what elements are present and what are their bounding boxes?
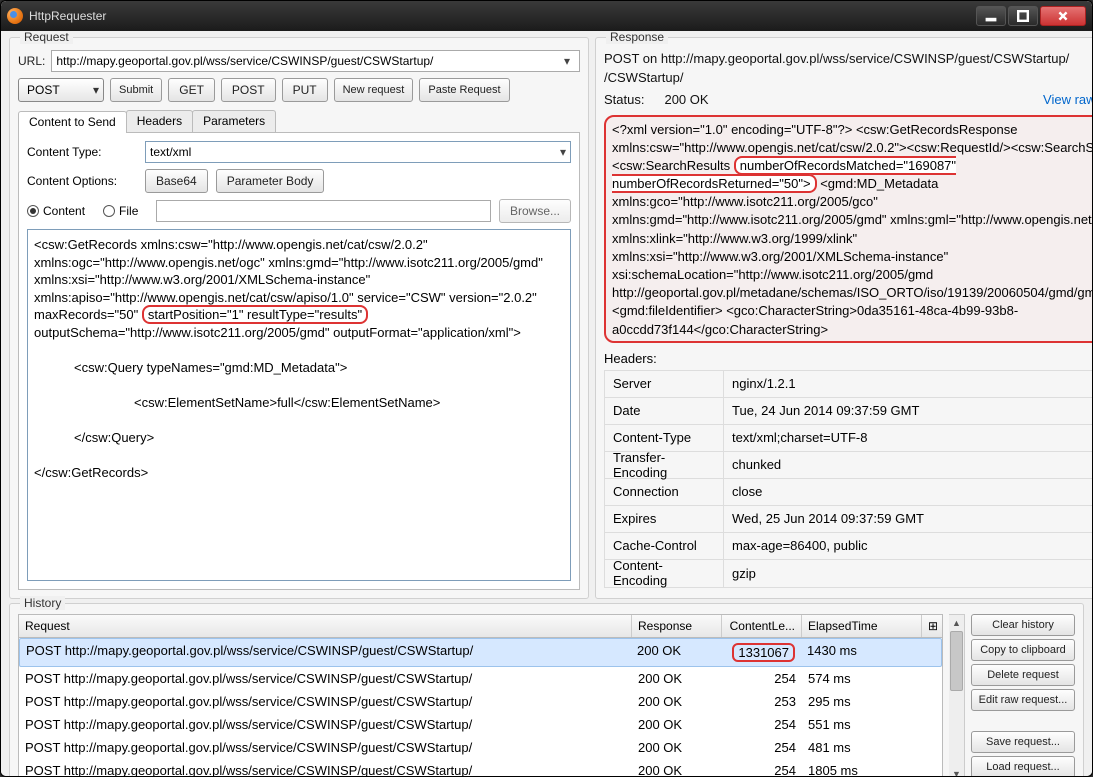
history-row[interactable]: POST http://mapy.geoportal.gov.pl/wss/se… — [19, 713, 942, 736]
save-request-button[interactable]: Save request... — [971, 731, 1075, 753]
post-button[interactable]: POST — [221, 78, 276, 102]
url-input[interactable]: http://mapy.geoportal.gov.pl/wss/service… — [51, 50, 580, 72]
header-name: Connection — [605, 479, 723, 506]
response-summary: POST on http://mapy.geoportal.gov.pl/wss… — [604, 50, 1092, 69]
client-area: Request URL: http://mapy.geoportal.gov.p… — [1, 31, 1092, 776]
header-name: Expires — [605, 506, 723, 533]
content-type-label: Content Type: — [27, 145, 137, 159]
content-type-value: text/xml — [150, 145, 191, 159]
header-value: Wed, 25 Jun 2014 09:37:59 GMT — [724, 506, 1092, 533]
browse-button[interactable]: Browse... — [499, 199, 571, 223]
tab-headers[interactable]: Headers — [126, 110, 193, 132]
app-window: HttpRequester Request URL: http://mapy.g… — [0, 0, 1093, 777]
minimize-button[interactable] — [976, 6, 1006, 26]
header-name: Transfer-Encoding — [605, 452, 723, 479]
highlight-content-length: 1331067 — [732, 643, 795, 662]
url-value: http://mapy.geoportal.gov.pl/wss/service… — [56, 54, 559, 68]
history-row[interactable]: POST http://mapy.geoportal.gov.pl/wss/se… — [19, 667, 942, 690]
history-row[interactable]: POST http://mapy.geoportal.gov.pl/wss/se… — [19, 736, 942, 759]
col-request[interactable]: Request — [19, 615, 632, 637]
content-options-label: Content Options: — [27, 174, 137, 188]
scroll-thumb[interactable] — [950, 631, 963, 691]
header-value: gzip — [724, 560, 1092, 587]
response-headers-label: Headers: — [604, 351, 1092, 366]
status-label: Status: — [604, 91, 644, 110]
response-panel: Response POST on http://mapy.geoportal.g… — [595, 37, 1092, 599]
chevron-down-icon[interactable]: ▾ — [93, 83, 99, 97]
base64-button[interactable]: Base64 — [145, 169, 208, 193]
history-panel-title: History — [20, 596, 65, 610]
chevron-down-icon[interactable]: ▾ — [559, 54, 575, 68]
get-button[interactable]: GET — [168, 78, 215, 102]
firefox-icon — [7, 8, 23, 24]
header-value: max-age=86400, public — [724, 533, 1092, 560]
history-table: Request Response ContentLe... ElapsedTim… — [18, 614, 943, 776]
put-button[interactable]: PUT — [282, 78, 328, 102]
close-button[interactable] — [1040, 6, 1086, 26]
history-panel: History Request Response ContentLe... El… — [9, 603, 1084, 776]
header-value: nginx/1.2.1 — [724, 371, 1092, 398]
delete-request-button[interactable]: Delete request — [971, 664, 1075, 686]
radio-file[interactable]: File — [103, 204, 138, 218]
content-type-select[interactable]: text/xml ▾ — [145, 141, 571, 163]
tab-parameters[interactable]: Parameters — [192, 110, 276, 132]
header-value: text/xml;charset=UTF-8 — [724, 425, 1092, 452]
header-name: Content-Encoding — [605, 560, 723, 587]
history-actions: Clear history Copy to clipboard Delete r… — [971, 614, 1075, 776]
window-title: HttpRequester — [29, 9, 106, 23]
header-value: chunked — [724, 452, 1092, 479]
maximize-button[interactable] — [1008, 6, 1038, 26]
request-body-textarea[interactable]: <csw:GetRecords xmlns:csw="http://www.op… — [27, 229, 571, 581]
url-label: URL: — [18, 54, 45, 68]
edit-raw-request-button[interactable]: Edit raw request... — [971, 689, 1075, 711]
header-name: Date — [605, 398, 723, 425]
submit-button[interactable]: Submit — [110, 78, 162, 102]
view-raw-link[interactable]: View raw transaction — [1043, 91, 1092, 110]
header-name: Content-Type — [605, 425, 723, 452]
tab-content-to-send[interactable]: Content to Send — [18, 111, 127, 133]
header-value: close — [724, 479, 1092, 506]
request-panel: Request URL: http://mapy.geoportal.gov.p… — [9, 37, 589, 599]
parameter-body-button[interactable]: Parameter Body — [216, 169, 325, 193]
history-row[interactable]: POST http://mapy.geoportal.gov.pl/wss/se… — [19, 638, 942, 667]
history-row[interactable]: POST http://mapy.geoportal.gov.pl/wss/se… — [19, 759, 942, 776]
titlebar[interactable]: HttpRequester — [1, 1, 1092, 31]
history-row[interactable]: POST http://mapy.geoportal.gov.pl/wss/se… — [19, 690, 942, 713]
col-response[interactable]: Response — [632, 615, 722, 637]
scroll-down-icon[interactable]: ▼ — [949, 766, 964, 776]
clear-history-button[interactable]: Clear history — [971, 614, 1075, 636]
col-content-length[interactable]: ContentLe... — [722, 615, 802, 637]
history-scrollbar[interactable]: ▲ ▼ — [949, 614, 965, 776]
method-select[interactable]: POST ▾ — [18, 78, 104, 102]
highlight-request-params: startPosition="1" resultType="results" — [142, 305, 368, 324]
tab-content-body: Content Type: text/xml ▾ Content Options… — [18, 133, 580, 590]
column-picker-icon[interactable]: ⊞ — [922, 615, 942, 637]
header-name: Cache-Control — [605, 533, 723, 560]
response-headers-table: ServerDateContent-TypeTransfer-EncodingC… — [604, 370, 1092, 588]
radio-content[interactable]: Content — [27, 204, 85, 218]
new-request-button[interactable]: New request — [334, 78, 414, 102]
copy-clipboard-button[interactable]: Copy to clipboard — [971, 639, 1075, 661]
header-value: Tue, 24 Jun 2014 09:37:59 GMT — [724, 398, 1092, 425]
window-controls — [976, 6, 1086, 26]
method-value: POST — [27, 83, 60, 97]
status-value: 200 OK — [664, 91, 708, 110]
file-path-input[interactable] — [156, 200, 491, 222]
request-tabs: Content to Send Headers Parameters — [18, 110, 580, 133]
header-name: Server — [605, 371, 723, 398]
paste-request-button[interactable]: Paste Request — [419, 78, 509, 102]
response-body[interactable]: <?xml version="1.0" encoding="UTF-8"?> <… — [604, 115, 1092, 343]
response-panel-title: Response — [606, 31, 668, 44]
response-summary-2: /CSWStartup/ — [604, 69, 1092, 88]
load-request-button[interactable]: Load request... — [971, 756, 1075, 776]
scroll-up-icon[interactable]: ▲ — [949, 615, 964, 631]
history-header[interactable]: Request Response ContentLe... ElapsedTim… — [19, 615, 942, 638]
chevron-down-icon[interactable]: ▾ — [560, 145, 566, 159]
col-elapsed-time[interactable]: ElapsedTime — [802, 615, 922, 637]
request-panel-title: Request — [20, 31, 73, 44]
